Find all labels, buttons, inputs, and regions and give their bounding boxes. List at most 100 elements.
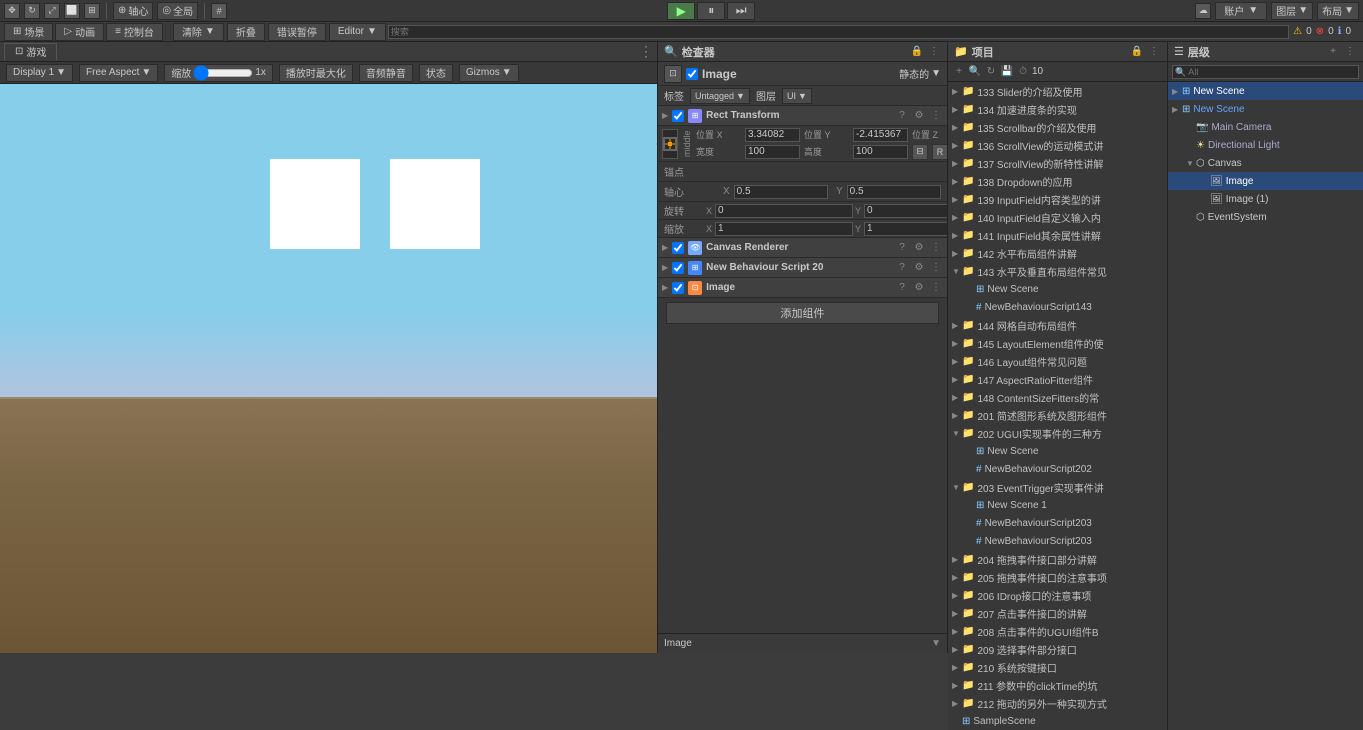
- reset-btn[interactable]: R: [932, 144, 947, 160]
- project-list-item[interactable]: ▶📁139 InputField内容类型的讲: [948, 190, 1167, 208]
- panel-more-btn[interactable]: ⋮: [639, 43, 653, 60]
- fold-btn[interactable]: 折叠: [227, 23, 265, 41]
- project-list-item[interactable]: ▶📁134 加速进度条的实现: [948, 100, 1167, 118]
- hierarchy-list-item[interactable]: ☀Directional Light: [1168, 136, 1363, 154]
- pos-y-input[interactable]: [853, 128, 908, 142]
- project-list-item[interactable]: ▶📁207 点击事件接口的讲解: [948, 604, 1167, 622]
- project-list-item[interactable]: ⊞New Scene: [948, 442, 1167, 460]
- console-search[interactable]: [388, 25, 1289, 39]
- project-list-item[interactable]: ▶📁212 拖动的另外一种实现方式: [948, 694, 1167, 712]
- ic-settings-icon[interactable]: ⚙: [912, 281, 926, 295]
- project-list-item[interactable]: ▶📁138 Dropdown的应用: [948, 172, 1167, 190]
- proj-refresh-icon[interactable]: ↻: [984, 65, 998, 79]
- rot-y-input[interactable]: [864, 204, 947, 218]
- bottom-dropdown-icon[interactable]: ▼: [931, 638, 941, 649]
- scale-tool[interactable]: ⤢: [44, 3, 60, 19]
- global-btn[interactable]: ◎ 全局: [157, 2, 198, 20]
- rect-transform-toggle[interactable]: [672, 110, 684, 122]
- project-list-item[interactable]: ▶📁206 IDrop接口的注意事项: [948, 586, 1167, 604]
- pivot-y-input[interactable]: [847, 185, 941, 199]
- height-input[interactable]: [853, 145, 908, 159]
- project-list-item[interactable]: ▼📁202 UGUI实现事件的三种方: [948, 424, 1167, 442]
- canvas-renderer-toggle[interactable]: [672, 242, 684, 254]
- inspector-more-icon[interactable]: ⋮: [927, 45, 941, 59]
- constrain-btn[interactable]: ⊟: [912, 144, 928, 160]
- canvas-renderer-header[interactable]: ▶ 👁 Canvas Renderer ? ⚙ ⋮: [658, 238, 947, 258]
- proj-lock-icon[interactable]: 🔒: [1130, 45, 1144, 59]
- transform-tool[interactable]: ⊞: [84, 3, 100, 19]
- project-list-item[interactable]: ▶📁137 ScrollView的新特性讲解: [948, 154, 1167, 172]
- nb-help-icon[interactable]: ?: [895, 261, 909, 275]
- layer-select[interactable]: UI ▼: [782, 88, 812, 104]
- pause-button[interactable]: ⏸: [697, 2, 725, 20]
- project-list-item[interactable]: ⊞New Scene 1: [948, 496, 1167, 514]
- hierarchy-list-item[interactable]: 🖼Image: [1168, 172, 1363, 190]
- image-component-header[interactable]: ▶ ⊡ Image ? ⚙ ⋮: [658, 278, 947, 298]
- proj-save-icon[interactable]: 💾: [1000, 65, 1014, 79]
- hierarchy-list-item[interactable]: ▶⊞New Scene: [1168, 82, 1363, 100]
- project-list-item[interactable]: #NewBehaviourScript203: [948, 514, 1167, 532]
- project-list-item[interactable]: ▼📁203 EventTrigger实现事件讲: [948, 478, 1167, 496]
- project-list-item[interactable]: ▶📁148 ContentSizeFitters的常: [948, 388, 1167, 406]
- project-list-item[interactable]: #NewBehaviourScript202: [948, 460, 1167, 478]
- inspector-lock-icon[interactable]: 🔒: [910, 45, 924, 59]
- game-tab[interactable]: ⊡ 游戏: [4, 43, 57, 61]
- cr-settings-icon[interactable]: ⚙: [912, 241, 926, 255]
- tag-select[interactable]: Untagged ▼: [690, 88, 750, 104]
- pos-x-input[interactable]: [745, 128, 800, 142]
- hierarchy-list-item[interactable]: 📷Main Camera: [1168, 118, 1363, 136]
- hierarchy-list-item[interactable]: ⬡EventSystem: [1168, 208, 1363, 226]
- hierarchy-list-item[interactable]: 🖼Image (1): [1168, 190, 1363, 208]
- scale-btn[interactable]: 缩放 1x: [164, 64, 273, 82]
- project-list-item[interactable]: ▶📁146 Layout组件常见问题: [948, 352, 1167, 370]
- rect-help-icon[interactable]: ?: [895, 109, 909, 123]
- width-input[interactable]: [745, 145, 800, 159]
- aspect-btn[interactable]: Free Aspect ▼: [79, 64, 158, 82]
- ic-help-icon[interactable]: ?: [895, 281, 909, 295]
- pivot-x-input[interactable]: [734, 185, 828, 199]
- hierarchy-list-item[interactable]: ▶⊞New Scene: [1168, 100, 1363, 118]
- nb-more-icon[interactable]: ⋮: [929, 261, 943, 275]
- cr-more-icon[interactable]: ⋮: [929, 241, 943, 255]
- project-list-item[interactable]: ▶📁136 ScrollView的运动模式讲: [948, 136, 1167, 154]
- rect-settings-icon[interactable]: ⚙: [912, 109, 926, 123]
- scale-x-input[interactable]: [715, 222, 853, 236]
- display-btn[interactable]: Display 1 ▼: [6, 64, 73, 82]
- move-tool[interactable]: ✥: [4, 3, 20, 19]
- project-list-item[interactable]: ▶📁205 拖拽事件接口的注意事项: [948, 568, 1167, 586]
- project-list-item[interactable]: ⊞New Scene: [948, 280, 1167, 298]
- proj-add-icon[interactable]: +: [952, 65, 966, 79]
- project-list-item[interactable]: ⊞SampleScene: [948, 712, 1167, 730]
- project-list-item[interactable]: ▶📁201 简述图形系统及图形组件: [948, 406, 1167, 424]
- project-list-item[interactable]: ▶📁140 InputField自定义输入内: [948, 208, 1167, 226]
- project-list-item[interactable]: ▶📁135 Scrollbar的介绍及使用: [948, 118, 1167, 136]
- project-list-item[interactable]: ▼📁143 水平及垂直布局组件常见: [948, 262, 1167, 280]
- project-list-item[interactable]: ▶📁141 InputField其余属性讲解: [948, 226, 1167, 244]
- proj-more-icon[interactable]: ⋮: [1147, 45, 1161, 59]
- account-button[interactable]: 账户 ▼: [1215, 2, 1267, 20]
- pivot-btn[interactable]: ⊕ 轴心: [113, 2, 153, 20]
- gizmos-btn[interactable]: Gizmos ▼: [459, 64, 519, 82]
- scene-tab[interactable]: ⊞ 场景: [4, 23, 53, 41]
- rot-x-input[interactable]: [715, 204, 853, 218]
- grid-btn[interactable]: #: [211, 3, 227, 19]
- console-tab[interactable]: ≡ 控制台: [106, 23, 163, 41]
- project-list-item[interactable]: ▶📁204 拖拽事件接口部分讲解: [948, 550, 1167, 568]
- animation-tab[interactable]: ▷ 动画: [55, 23, 104, 41]
- add-component-button[interactable]: 添加组件: [666, 302, 939, 324]
- mute-btn[interactable]: 音频静音: [359, 64, 413, 82]
- project-list-item[interactable]: ▶📁210 系统按键接口: [948, 658, 1167, 676]
- project-list-item[interactable]: ▶📁211 参数中的clickTime的坑: [948, 676, 1167, 694]
- step-button[interactable]: ⏭: [727, 2, 755, 20]
- scale-y-input[interactable]: [864, 222, 947, 236]
- cr-help-icon[interactable]: ?: [895, 241, 909, 255]
- hier-more-icon[interactable]: ⋮: [1343, 45, 1357, 59]
- image-component-toggle[interactable]: [672, 282, 684, 294]
- project-list-item[interactable]: ▶📁145 LayoutElement组件的使: [948, 334, 1167, 352]
- rect-more-icon[interactable]: ⋮: [929, 109, 943, 123]
- hier-add-icon[interactable]: +: [1326, 45, 1340, 59]
- project-list-item[interactable]: ▶📁208 点击事件的UGUI组件B: [948, 622, 1167, 640]
- project-list-item[interactable]: ▶📁147 AspectRatioFitter组件: [948, 370, 1167, 388]
- error-pause-btn[interactable]: 错误暂停: [268, 23, 326, 41]
- clear-btn[interactable]: 清除 ▼: [173, 23, 224, 41]
